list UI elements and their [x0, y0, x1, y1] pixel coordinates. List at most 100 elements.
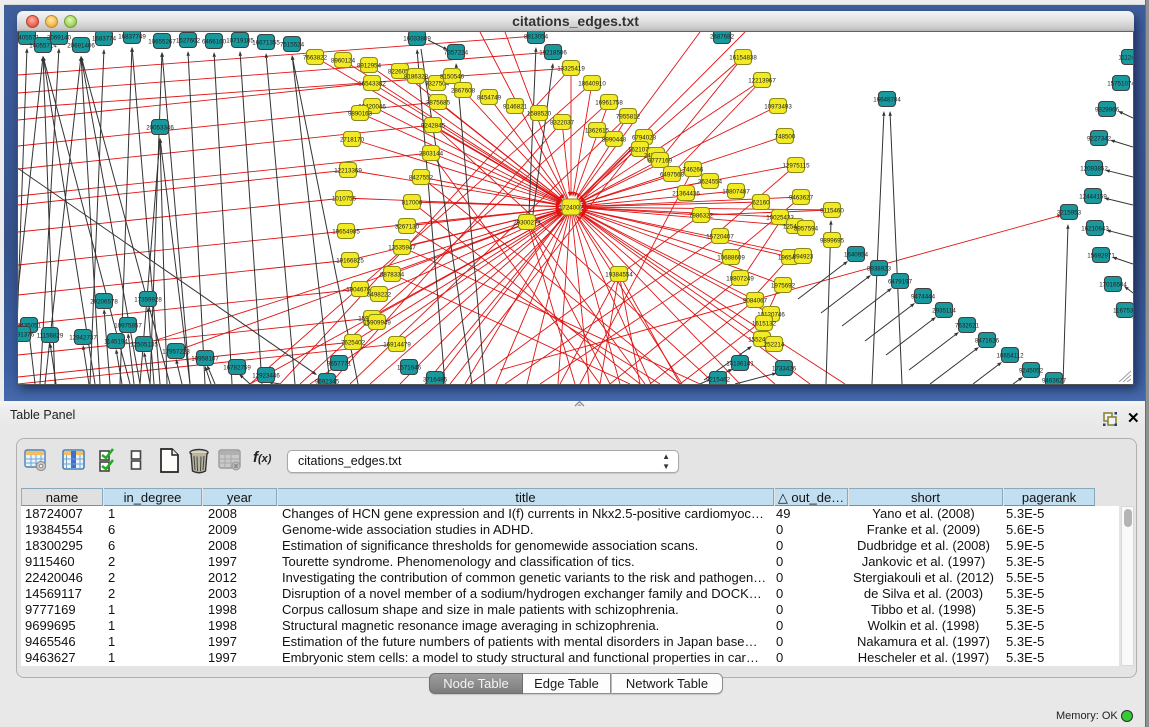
svg-text:2867608: 2867608	[451, 88, 476, 95]
svg-text:3716485: 3716485	[423, 377, 448, 384]
svg-text:7663822: 7663822	[303, 55, 328, 62]
svg-text:16543382: 16543382	[358, 81, 386, 88]
svg-text:18640910: 18640910	[578, 81, 606, 88]
svg-text:9890163: 9890163	[348, 111, 373, 118]
svg-text:7515524: 7515524	[280, 42, 305, 49]
svg-text:12942737: 12942737	[69, 335, 97, 342]
svg-text:16671355: 16671355	[252, 40, 280, 47]
svg-text:12444159: 12444159	[1079, 194, 1107, 201]
svg-text:1724007: 1724007	[559, 205, 584, 212]
svg-text:16210643: 16210643	[1081, 226, 1109, 233]
svg-text:9227342: 9227342	[1087, 136, 1112, 143]
svg-text:19654985: 19654985	[332, 229, 360, 236]
svg-text:3267130: 3267130	[395, 224, 420, 231]
svg-text:12505135: 12505135	[130, 342, 158, 349]
svg-text:9899695: 9899695	[820, 238, 845, 245]
svg-text:8813054: 8813054	[524, 34, 549, 41]
svg-text:8912954: 8912954	[357, 63, 382, 70]
svg-text:8938923: 8938923	[867, 266, 892, 273]
svg-text:1640954: 1640954	[844, 252, 869, 259]
svg-text:9115460: 9115460	[820, 208, 844, 215]
svg-text:10655267: 10655267	[148, 39, 176, 46]
svg-text:9242845: 9242845	[421, 123, 446, 130]
svg-text:8454749: 8454749	[477, 95, 502, 102]
svg-text:10958107: 10958107	[191, 356, 219, 363]
svg-text:2069140: 2069140	[47, 35, 72, 42]
svg-text:8150546: 8150546	[440, 74, 465, 81]
svg-text:8960124: 8960124	[331, 58, 356, 65]
svg-text:7632621: 7632621	[955, 323, 980, 330]
svg-text:894923: 894923	[793, 254, 814, 261]
svg-text:1112461: 1112461	[1118, 55, 1133, 62]
svg-text:9777169: 9777169	[648, 158, 673, 165]
svg-text:6497568: 6497568	[660, 172, 685, 179]
svg-text:1145194: 1145194	[104, 339, 128, 346]
svg-text:2687682: 2687682	[710, 34, 735, 41]
svg-text:7625402: 7625402	[341, 340, 366, 347]
svg-text:817006: 817006	[402, 200, 423, 207]
svg-text:16782759: 16782759	[223, 365, 251, 372]
svg-text:1571646: 1571646	[397, 365, 422, 372]
svg-text:2803144: 2803144	[419, 151, 444, 158]
svg-text:13325419: 13325419	[557, 66, 585, 73]
svg-text:5498222: 5498222	[367, 292, 392, 299]
svg-text:12213967: 12213967	[748, 78, 776, 85]
svg-text:13535947: 13535947	[388, 245, 416, 252]
svg-text:6466160: 6466160	[202, 39, 227, 46]
svg-text:16154838: 16154838	[729, 55, 757, 62]
svg-text:746266: 746266	[683, 167, 704, 174]
svg-text:8878334: 8878334	[380, 272, 405, 279]
svg-text:6794028: 6794028	[632, 135, 657, 142]
svg-text:1683774: 1683774	[92, 36, 117, 43]
svg-text:9463627: 9463627	[789, 195, 814, 202]
svg-text:10688609: 10688609	[717, 255, 745, 262]
svg-text:7955812: 7955812	[616, 114, 641, 121]
svg-text:16837749: 16837749	[118, 34, 146, 41]
svg-text:3624554: 3624554	[698, 179, 723, 186]
svg-text:9084067: 9084067	[743, 298, 768, 305]
svg-text:1391376: 1391376	[18, 332, 35, 339]
svg-text:1010755: 1010755	[332, 196, 357, 203]
svg-text:15751074: 15751074	[1107, 81, 1133, 88]
svg-text:19218506: 19218506	[539, 50, 567, 57]
svg-text:8186328: 8186328	[404, 74, 429, 81]
svg-text:10719185: 10719185	[226, 38, 254, 45]
svg-text:7357224: 7357224	[444, 50, 469, 57]
svg-text:1527602: 1527602	[176, 38, 201, 45]
svg-text:12975115: 12975115	[782, 163, 810, 170]
svg-text:15720407: 15720407	[706, 234, 734, 241]
svg-text:1588520: 1588520	[527, 111, 552, 118]
svg-text:8471626: 8471626	[975, 338, 1000, 345]
svg-text:9463627: 9463627	[1042, 378, 1067, 385]
svg-text:19166825: 19166825	[336, 258, 364, 265]
svg-text:1733426: 1733426	[772, 366, 797, 373]
svg-text:15692971: 15692971	[1087, 253, 1115, 260]
svg-text:12093852: 12093852	[1080, 166, 1108, 173]
svg-text:10975857: 10975857	[114, 323, 142, 330]
svg-text:20053346: 20053346	[146, 125, 174, 132]
svg-text:20691406: 20691406	[67, 43, 95, 50]
svg-text:9657771: 9657771	[327, 361, 352, 368]
svg-text:6479197: 6479197	[888, 279, 913, 286]
svg-text:9146821: 9146821	[503, 104, 528, 111]
svg-text:2935114: 2935114	[932, 308, 956, 315]
svg-text:18807249: 18807249	[726, 276, 754, 283]
svg-text:8322037: 8322037	[550, 120, 575, 127]
svg-text:748500: 748500	[775, 134, 796, 141]
svg-text:252214: 252214	[764, 342, 785, 349]
svg-text:17016504: 17016504	[1099, 282, 1127, 289]
svg-text:16914479: 16914479	[383, 342, 411, 349]
svg-text:16648784: 16648784	[873, 97, 901, 104]
svg-text:29300273: 29300273	[513, 220, 541, 227]
svg-text:1615132: 1615132	[752, 321, 777, 328]
svg-text:8427552: 8427552	[409, 175, 434, 182]
svg-text:11156829: 11156829	[37, 333, 64, 340]
svg-text:9215462: 9215462	[706, 377, 731, 384]
svg-text:8990448: 8990448	[602, 137, 627, 144]
svg-text:10973493: 10973493	[764, 104, 792, 111]
svg-text:9329966: 9329966	[1095, 107, 1120, 114]
svg-text:10654112: 10654112	[996, 353, 1024, 360]
svg-text:1975692: 1975692	[771, 283, 796, 290]
svg-text:2718170: 2718170	[340, 137, 365, 144]
svg-text:10807487: 10807487	[722, 189, 750, 196]
